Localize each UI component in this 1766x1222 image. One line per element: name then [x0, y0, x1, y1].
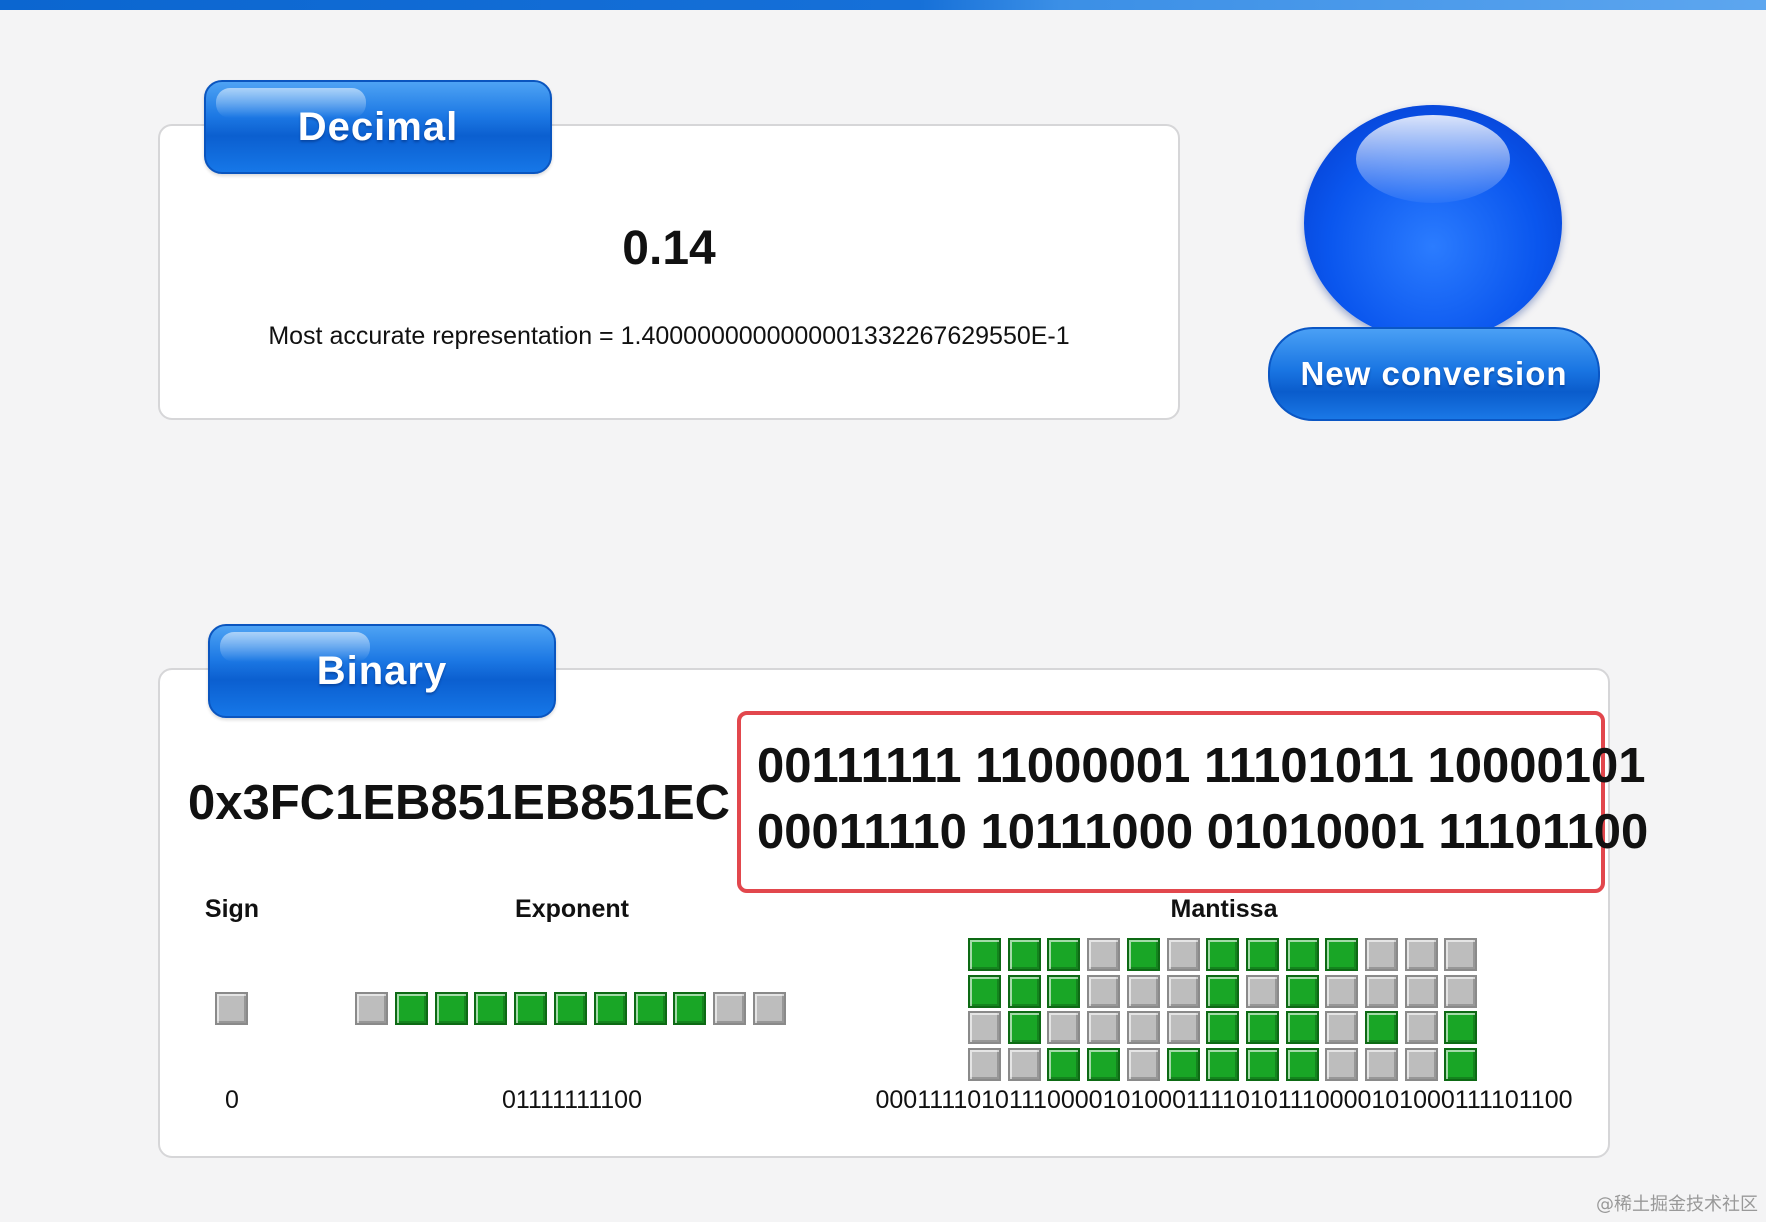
bit-cell: [1087, 938, 1121, 971]
bit-cell: [1087, 1047, 1121, 1081]
bit-cell: [633, 992, 667, 1025]
bit-cell: [1365, 1047, 1398, 1081]
bit-cell: [1126, 1047, 1160, 1081]
bit-cell: [474, 992, 508, 1025]
mantissa-label: Mantissa: [1170, 895, 1278, 923]
bit-cell: [1047, 974, 1081, 1008]
bit-cell: [1245, 1047, 1279, 1081]
bit-cell: [673, 992, 707, 1025]
watermark: @稀土掘金技术社区: [1596, 1194, 1758, 1215]
bit-cell: [1047, 938, 1081, 971]
bit-cell: [1007, 974, 1041, 1008]
bit-cell: [1206, 938, 1240, 971]
bit-cell: [554, 992, 587, 1025]
bit-cell: [1126, 938, 1160, 971]
bit-cell: [1444, 938, 1478, 971]
decimal-value: 0.14: [622, 222, 716, 275]
binary-tab-label: Binary: [316, 648, 448, 693]
binary-tab: Binary: [208, 624, 556, 718]
bit-cell: [1166, 1011, 1200, 1044]
bit-cell: [968, 938, 1001, 971]
bit-cell: [1285, 938, 1319, 971]
bit-cell: [1444, 1047, 1478, 1081]
bit-cell: [1444, 974, 1478, 1008]
bit-cell: [1365, 938, 1398, 971]
bit-cell: [355, 992, 388, 1025]
bit-cell: [713, 992, 747, 1025]
hex-value: 0x3FC1EB851EB851EC =: [188, 776, 773, 830]
exponent-label: Exponent: [515, 895, 629, 923]
bit-cell: [1126, 1011, 1160, 1044]
bit-cell: [1007, 1011, 1041, 1044]
bit-cell: [1047, 1011, 1081, 1044]
bit-cell: [1166, 974, 1200, 1008]
mantissa-bits: 0001111010111000010100011110101110000101…: [875, 1086, 1573, 1114]
bit-cell: [1245, 938, 1279, 971]
bit-cell: [1404, 938, 1438, 971]
bit-cell: [1404, 1011, 1438, 1044]
accurate-representation: Most accurate representation = 1.4000000…: [268, 322, 1070, 350]
bit-cell: [1365, 974, 1398, 1008]
bit-cell: [394, 992, 428, 1025]
bit-cell: [1245, 1011, 1279, 1044]
bit-cell: [593, 992, 627, 1025]
bit-cell: [1126, 974, 1160, 1008]
bit-cell: [1245, 974, 1279, 1008]
binary-bits-highlight: 00111111 11000001 11101011 10000101 0001…: [737, 711, 1649, 893]
bit-cell: [434, 992, 468, 1025]
top-accent-bar: [0, 0, 1766, 10]
exponent-bits: 01111111100: [502, 1086, 642, 1114]
bit-cell: [1325, 974, 1359, 1008]
bit-cell: [1047, 1047, 1081, 1081]
bit-cell: [1166, 1047, 1200, 1081]
bit-cell: [968, 974, 1001, 1008]
bit-cell: [968, 1011, 1001, 1044]
bit-cell: [514, 992, 548, 1025]
bit-cell: [1007, 938, 1041, 971]
bit-cell: [1166, 938, 1200, 971]
sign-label: Sign: [204, 895, 260, 923]
bit-cell: [1444, 1011, 1478, 1044]
bit-cell: [1404, 974, 1438, 1008]
bit-cell: [1206, 1047, 1240, 1081]
bit-cell: [1365, 1011, 1398, 1044]
bit-cell: [1325, 938, 1359, 971]
bit-cell: [968, 1047, 1001, 1081]
bit-line-1: 00111111 11000001 11101011 10000101: [757, 739, 1646, 793]
bit-cell: [1325, 1011, 1359, 1044]
bit-cell: [1285, 1011, 1319, 1044]
bit-cell: [1206, 1011, 1240, 1044]
sign-bits: 0: [225, 1086, 239, 1114]
new-conversion-label: New conversion: [1268, 327, 1600, 421]
bit-cell: [1087, 1011, 1121, 1044]
decimal-tab: Decimal: [204, 80, 552, 174]
bit-line-2: 00011110 10111000 01010001 11101100: [757, 805, 1649, 859]
bit-cell: [215, 992, 248, 1025]
orb-icon: [1304, 105, 1562, 341]
new-conversion-button[interactable]: New conversion: [1262, 105, 1622, 425]
bit-cell: [753, 992, 786, 1025]
bit-cell: [1206, 974, 1240, 1008]
bit-cell: [1325, 1047, 1359, 1081]
bit-cell: [1007, 1047, 1041, 1081]
bit-cell: [1285, 1047, 1319, 1081]
decimal-tab-label: Decimal: [297, 104, 459, 149]
bit-cell: [1087, 974, 1121, 1008]
bit-cell: [1404, 1047, 1438, 1081]
bit-cell: [1285, 974, 1319, 1008]
